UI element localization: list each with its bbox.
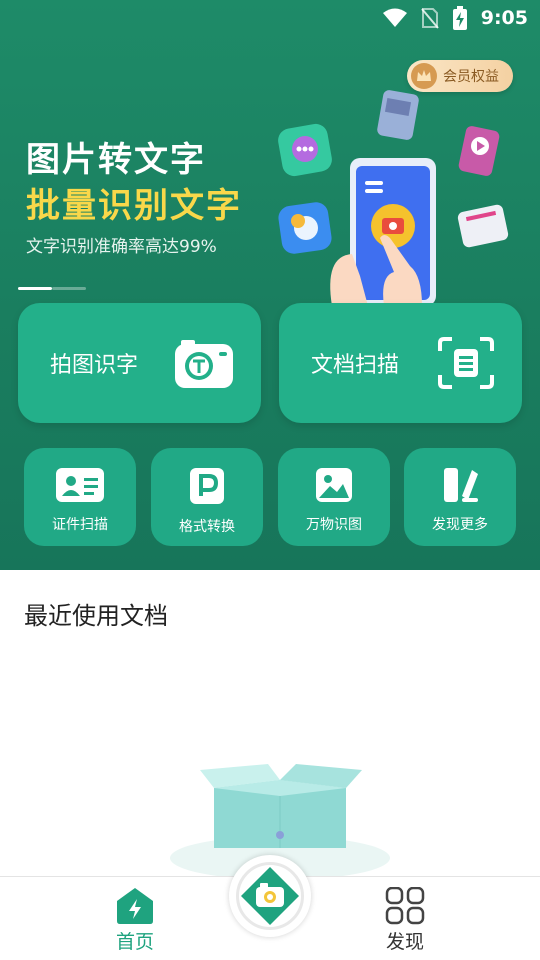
banner-pager (18, 287, 86, 290)
image-recognition-button[interactable]: 万物识图 (278, 448, 390, 546)
camera-icon (241, 867, 299, 925)
hero-banner: 9:05 会员权益 图片转文字 批量识别文字 文字识别准确率高达99% 拍图识字… (0, 0, 540, 570)
banner-subtitle: 文字识别准确率高达99% (26, 237, 217, 257)
discover-more-label: 发现更多 (432, 517, 488, 533)
camera-fab-button[interactable] (229, 855, 311, 937)
nav-discover[interactable]: 发现 (365, 887, 445, 954)
grid-icon (385, 887, 425, 925)
photo-ocr-button[interactable]: 拍图识字 (18, 303, 261, 423)
clock: 9:05 (480, 7, 528, 29)
image-recognition-label: 万物识图 (306, 517, 362, 533)
id-scan-label: 证件扫描 (52, 517, 108, 533)
discover-more-button[interactable]: 发现更多 (404, 448, 516, 546)
home-bolt-icon (117, 888, 153, 924)
doc-scan-label: 文档扫描 (311, 353, 400, 378)
id-card-icon (56, 468, 104, 502)
format-convert-label: 格式转换 (179, 519, 235, 535)
status-bar: 9:05 (0, 0, 540, 36)
nav-home-label: 首页 (115, 931, 154, 953)
format-convert-button[interactable]: 格式转换 (151, 448, 263, 546)
id-scan-button[interactable]: 证件扫描 (24, 448, 136, 546)
photo-ocr-label: 拍图识字 (50, 353, 139, 378)
more-tools-icon (444, 468, 478, 502)
format-p-icon (190, 468, 224, 504)
nav-home[interactable]: 首页 (95, 887, 175, 954)
image-icon (316, 468, 352, 502)
doc-scan-button[interactable]: 文档扫描 (279, 303, 522, 423)
vip-benefits-label: 会员权益 (443, 69, 499, 85)
phone-ocr-illustration (278, 90, 509, 306)
recent-docs-title: 最近使用文档 (24, 602, 168, 630)
pager-dot-active (18, 287, 52, 290)
pager-dot (52, 287, 86, 290)
scan-doc-icon (438, 337, 494, 389)
wifi-icon (382, 8, 407, 27)
no-sim-icon (420, 8, 439, 29)
nav-discover-label: 发现 (385, 931, 424, 953)
camera-t-icon (175, 340, 233, 388)
banner-title-line2: 批量识别文字 (26, 186, 242, 226)
banner-title-line1: 图片转文字 (26, 140, 206, 180)
battery-charging-icon (452, 6, 467, 30)
